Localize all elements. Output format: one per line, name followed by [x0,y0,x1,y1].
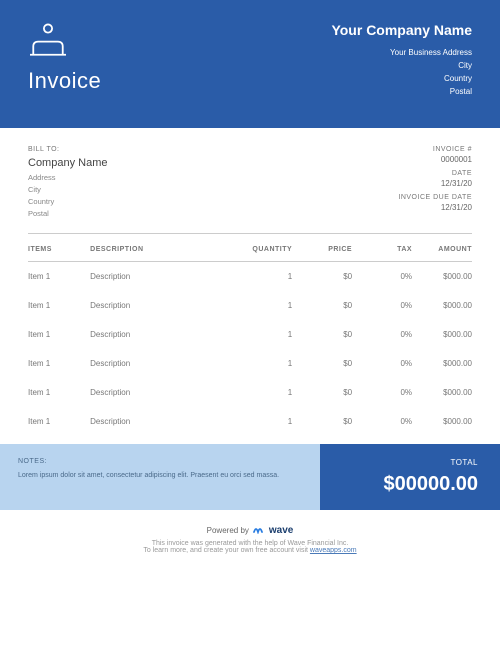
cell-description: Description [90,407,232,436]
cell-quantity: 1 [232,349,292,378]
cell-amount: $000.00 [412,262,472,292]
cell-amount: $000.00 [412,349,472,378]
bill-to-country: Country [28,197,107,206]
bill-to-company: Company Name [28,157,107,169]
table-row: Item 1Description1$00%$000.00 [28,349,472,378]
powered-by-text: Powered by [207,526,249,535]
company-postal: Postal [331,87,472,96]
cell-item: Item 1 [28,349,90,378]
notes-total-section: NOTES: Lorem ipsum dolor sit amet, conse… [0,444,500,510]
invoice-meta-block: INVOICE # 0000001 DATE 12/31/20 INVOICE … [398,146,472,221]
cell-price: $0 [292,378,352,407]
col-price: PRICE [292,234,352,262]
invoice-number-label: INVOICE # [398,146,472,153]
header-right: Your Company Name Your Business Address … [331,22,472,100]
footer-link[interactable]: waveapps.com [310,547,357,554]
col-items: ITEMS [28,234,90,262]
cell-tax: 0% [352,378,412,407]
table-header-row: ITEMS DESCRIPTION QUANTITY PRICE TAX AMO… [28,234,472,262]
cell-amount: $000.00 [412,378,472,407]
cell-description: Description [90,378,232,407]
cell-description: Description [90,291,232,320]
company-city: City [331,61,472,70]
line-items-table: ITEMS DESCRIPTION QUANTITY PRICE TAX AMO… [0,234,500,436]
cell-amount: $000.00 [412,320,472,349]
cell-description: Description [90,262,232,292]
total-label: TOTAL [342,458,478,467]
bill-to-address: Address [28,173,107,182]
table-row: Item 1Description1$00%$000.00 [28,262,472,292]
meta-divider [28,221,472,234]
wave-logo-icon [253,524,265,536]
cell-tax: 0% [352,407,412,436]
cell-item: Item 1 [28,262,90,292]
cell-price: $0 [292,320,352,349]
col-tax: TAX [352,234,412,262]
cell-amount: $000.00 [412,407,472,436]
document-title: Invoice [28,68,101,94]
cell-quantity: 1 [232,291,292,320]
bill-to-block: BILL TO: Company Name Address City Count… [28,146,107,221]
table-row: Item 1Description1$00%$000.00 [28,320,472,349]
col-amount: AMOUNT [412,234,472,262]
notes-text: Lorem ipsum dolor sit amet, consectetur … [18,471,302,482]
powered-by-row: Powered by wave [28,524,472,536]
wave-brand: wave [269,525,293,536]
cell-tax: 0% [352,320,412,349]
footer: Powered by wave This invoice was generat… [0,510,500,564]
col-description: DESCRIPTION [90,234,232,262]
bill-to-city: City [28,185,107,194]
person-desk-icon [28,22,101,60]
cell-item: Item 1 [28,291,90,320]
cell-item: Item 1 [28,407,90,436]
cell-quantity: 1 [232,262,292,292]
cell-price: $0 [292,291,352,320]
invoice-header: Invoice Your Company Name Your Business … [0,0,500,128]
invoice-number: 0000001 [398,155,472,164]
invoice-date-label: DATE [398,170,472,177]
cell-quantity: 1 [232,320,292,349]
table-row: Item 1Description1$00%$000.00 [28,378,472,407]
cell-amount: $000.00 [412,291,472,320]
header-left: Invoice [28,22,101,100]
invoice-due-date: 12/31/20 [398,203,472,212]
footer-line-1: This invoice was generated with the help… [28,540,472,547]
footer-line-2: To learn more, and create your own free … [28,547,472,554]
cell-tax: 0% [352,291,412,320]
cell-description: Description [90,349,232,378]
col-quantity: QUANTITY [232,234,292,262]
bill-to-postal: Postal [28,209,107,218]
table-row: Item 1Description1$00%$000.00 [28,291,472,320]
total-amount: $00000.00 [342,473,478,496]
invoice-due-label: INVOICE DUE DATE [398,194,472,201]
footer-line-2-text: To learn more, and create your own free … [143,547,310,554]
cell-price: $0 [292,407,352,436]
cell-price: $0 [292,262,352,292]
company-country: Country [331,74,472,83]
cell-tax: 0% [352,349,412,378]
invoice-date: 12/31/20 [398,179,472,188]
bill-to-label: BILL TO: [28,146,107,153]
table-row: Item 1Description1$00%$000.00 [28,407,472,436]
company-address: Your Business Address [331,48,472,57]
cell-item: Item 1 [28,320,90,349]
cell-tax: 0% [352,262,412,292]
cell-quantity: 1 [232,407,292,436]
notes-panel: NOTES: Lorem ipsum dolor sit amet, conse… [0,444,320,510]
cell-quantity: 1 [232,378,292,407]
notes-label: NOTES: [18,458,302,465]
cell-price: $0 [292,349,352,378]
your-company-name: Your Company Name [331,22,472,38]
total-panel: TOTAL $00000.00 [320,444,500,510]
cell-description: Description [90,320,232,349]
cell-item: Item 1 [28,378,90,407]
meta-section: BILL TO: Company Name Address City Count… [0,128,500,221]
